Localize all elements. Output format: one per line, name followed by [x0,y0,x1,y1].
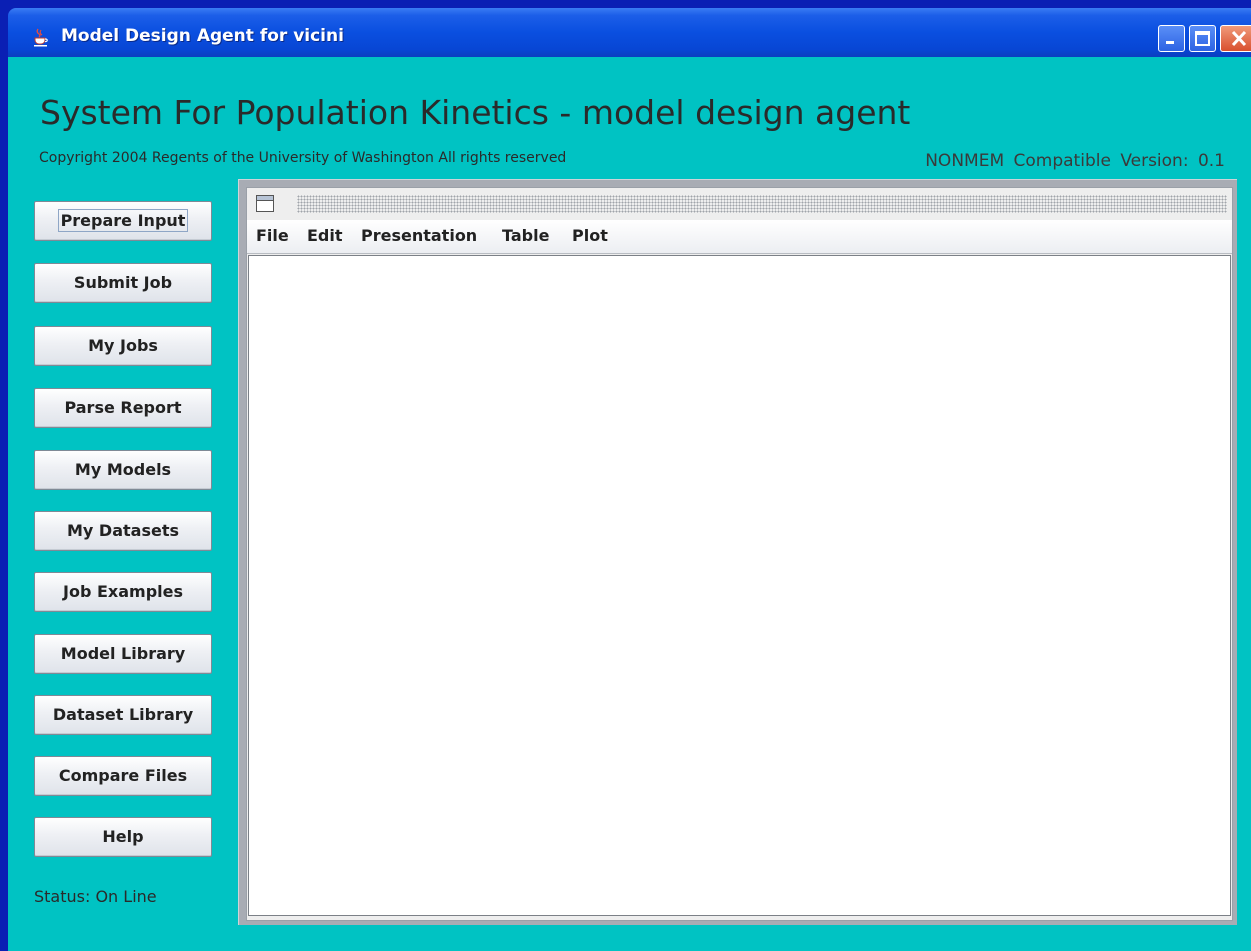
parse-report-button[interactable]: Parse Report [34,388,212,428]
button-label: My Jobs [88,336,158,355]
page-title: System For Population Kinetics - model d… [40,93,911,132]
version-text: NONMEM Compatible Version: 0.1 [925,151,1225,171]
prepare-input-button[interactable]: Prepare Input [34,201,212,241]
maximize-icon[interactable] [1189,25,1216,52]
desktop-pane: File Edit Presentation Table Plot [238,179,1237,925]
button-label: Job Examples [63,582,183,601]
main-panel: System For Population Kinetics - model d… [8,57,1251,951]
button-label: Compare Files [58,766,188,785]
drag-grip[interactable] [297,195,1227,213]
menu-file[interactable]: File [256,226,289,245]
menu-plot[interactable]: Plot [572,226,608,245]
copyright-text: Copyright 2004 Regents of the University… [39,150,567,166]
window-title: Model Design Agent for vicini [61,26,344,46]
java-cup-icon [34,28,48,47]
button-label: Parse Report [64,398,182,417]
button-label: Submit Job [73,273,173,292]
menu-table[interactable]: Table [502,226,549,245]
help-button[interactable]: Help [34,817,212,857]
my-jobs-button[interactable]: My Jobs [34,326,212,366]
button-label: My Datasets [67,521,179,540]
dataset-library-button[interactable]: Dataset Library [34,695,212,735]
content-area[interactable] [248,255,1231,916]
menu-bar: File Edit Presentation Table Plot [247,220,1232,254]
minimize-icon[interactable] [1158,25,1185,52]
my-models-button[interactable]: My Models [34,450,212,490]
button-label: Help [102,827,144,846]
submit-job-button[interactable]: Submit Job [34,263,212,303]
status-label: Status: On Line [34,887,157,906]
button-label: Dataset Library [52,705,194,724]
button-label: My Models [74,460,172,479]
internal-frame: File Edit Presentation Table Plot [246,187,1233,921]
button-label: Prepare Input [57,209,189,232]
job-examples-button[interactable]: Job Examples [34,572,212,612]
menu-edit[interactable]: Edit [307,226,343,245]
window-icon[interactable] [256,195,274,212]
menu-presentation[interactable]: Presentation [361,226,477,245]
model-library-button[interactable]: Model Library [34,634,212,674]
close-icon[interactable] [1220,25,1251,52]
title-bar[interactable]: Model Design Agent for vicini [8,8,1251,57]
app-window: Model Design Agent for vicini System For… [0,0,1251,951]
my-datasets-button[interactable]: My Datasets [34,511,212,551]
internal-frame-title-bar[interactable] [247,188,1232,220]
button-label: Model Library [60,644,186,663]
compare-files-button[interactable]: Compare Files [34,756,212,796]
